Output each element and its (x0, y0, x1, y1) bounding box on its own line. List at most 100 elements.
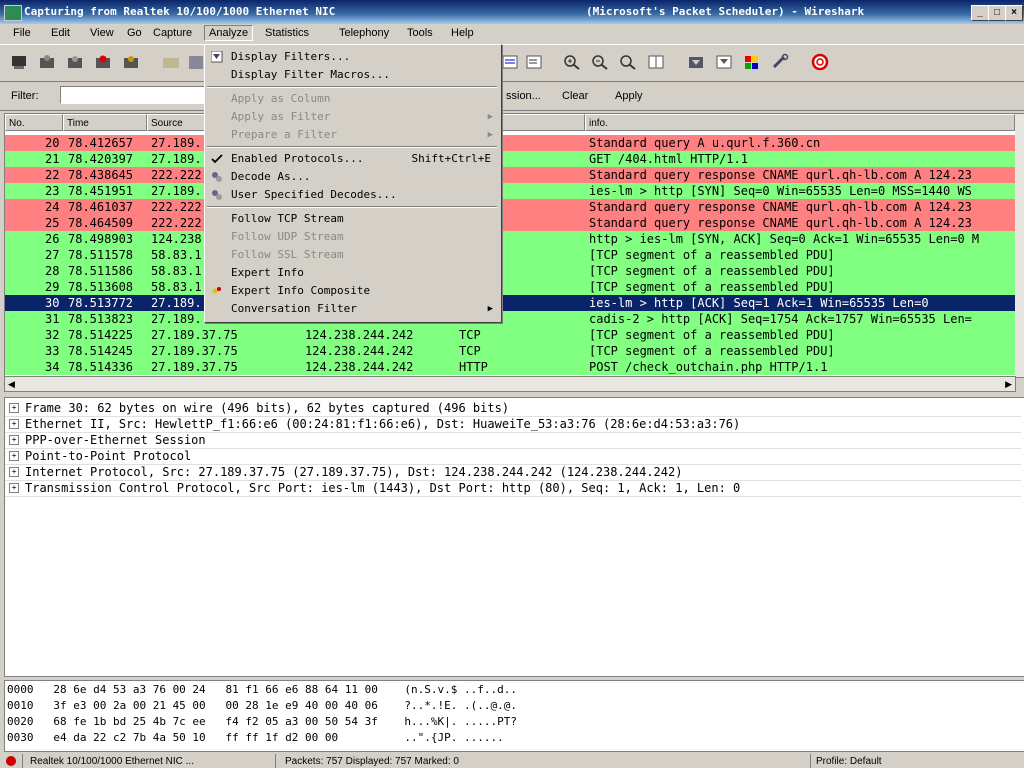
zoom-out-icon[interactable] (590, 53, 610, 71)
status-profile[interactable]: Profile: Default (816, 756, 882, 767)
restart-capture-icon[interactable] (121, 53, 141, 71)
menu-item-label: Expert Info (231, 266, 304, 279)
table-row[interactable]: 25 78.464509 222.222 Standard query respons… (5, 215, 1015, 231)
interfaces-icon[interactable] (9, 53, 29, 71)
options-icon[interactable] (37, 53, 57, 71)
packet-source: 27.189.37.75 (151, 360, 238, 374)
capture-status-icon[interactable] (6, 756, 16, 766)
table-row[interactable]: 30 78.513772 27.189. ies-lm > http [ACK] Se… (5, 295, 1015, 311)
stop-capture-icon[interactable] (93, 53, 113, 71)
packet-time: 78.451951 (68, 184, 134, 198)
menu-statistics[interactable]: Statistics (265, 27, 309, 39)
open-file-icon[interactable] (161, 53, 181, 71)
start-capture-icon[interactable] (65, 53, 85, 71)
detail-tree-item[interactable]: + Frame 30: 62 bytes on wire (496 bits), … (5, 400, 1021, 417)
detail-tree-item[interactable]: + Internet Protocol, Src: 27.189.37.75 (2… (5, 464, 1021, 481)
table-row[interactable]: 20 78.412657 27.189. Standard query A u.qur… (5, 135, 1015, 151)
menu-capture[interactable]: Capture (153, 27, 192, 39)
close-button[interactable]: × (1005, 5, 1023, 21)
packet-bytes[interactable]: 0000 28 6e d4 53 a3 76 00 24 81 f1 66 e6… (4, 680, 1024, 752)
menu-view[interactable]: View (90, 27, 114, 39)
expand-icon[interactable]: + (9, 483, 19, 493)
table-row[interactable]: 32 78.514225 27.189.37.75 124.238.244.242 TC… (5, 327, 1015, 343)
table-row[interactable]: 27 78.511578 58.83.1 [TCP segment of a reas… (5, 247, 1015, 263)
table-row[interactable]: 24 78.461037 222.222 Standard query respons… (5, 199, 1015, 215)
menu-item-display-filter-macros[interactable]: Display Filter Macros... (205, 66, 499, 84)
packet-list-hscroll[interactable]: ◀ ▶ (4, 376, 1016, 392)
menu-item-expert-info[interactable]: Expert Info (205, 264, 499, 282)
packet-info: [TCP segment of a reassembled PDU] (589, 280, 835, 294)
menu-go[interactable]: Go (127, 27, 142, 39)
table-row[interactable]: 33 78.514245 27.189.37.75 124.238.244.242 TC… (5, 343, 1015, 359)
table-row[interactable]: 34 78.514336 27.189.37.75 124.238.244.242 HT… (5, 359, 1015, 375)
column-time[interactable]: Time (63, 114, 147, 131)
menu-item-expert-info-composite[interactable]: Expert Info Composite (205, 282, 499, 300)
expression-button[interactable]: ssion... (506, 90, 541, 102)
clear-button[interactable]: Clear (562, 90, 588, 102)
menu-item-label: Enabled Protocols... (231, 152, 364, 165)
preferences-icon[interactable] (770, 53, 790, 71)
packet-source: 222.222 (151, 168, 202, 182)
expand-icon[interactable]: + (9, 467, 19, 477)
packet-no: 24 (45, 200, 60, 214)
display-filters-icon[interactable] (714, 53, 734, 71)
capture-filters-icon[interactable] (686, 53, 706, 71)
menu-help[interactable]: Help (451, 27, 474, 39)
hex-row: 0020 68 fe 1b bd 25 4b 7c ee f4 f2 05 a3… (7, 715, 517, 728)
column-info[interactable]: info. (585, 114, 1015, 131)
menu-item-follow-ssl-stream: Follow SSL Stream (205, 246, 499, 264)
menu-analyze[interactable]: Analyze (204, 25, 254, 41)
packet-list-vscroll[interactable] (1015, 114, 1024, 377)
table-row[interactable]: 22 78.438645 222.222 Standard query respons… (5, 167, 1015, 183)
colorize-icon[interactable] (500, 53, 520, 71)
scroll-left-icon[interactable]: ◀ (8, 379, 15, 390)
status-bar: Realtek 10/100/1000 Ethernet NIC ... Pac… (0, 754, 1024, 768)
packet-list[interactable]: No. Time Source info. 20 78.412657 27.189.… (4, 113, 1024, 378)
hex-row: 0000 28 6e d4 53 a3 76 00 24 81 f1 66 e6… (7, 683, 517, 696)
menu-item-follow-tcp-stream[interactable]: Follow TCP Stream (205, 210, 499, 228)
packet-source: 124.238 (151, 232, 202, 246)
packet-no: 31 (45, 312, 60, 326)
detail-text: Point-to-Point Protocol (25, 449, 192, 463)
table-row[interactable]: 23 78.451951 27.189. ies-lm > http [SYN] Se… (5, 183, 1015, 199)
expand-icon[interactable]: + (9, 435, 19, 445)
menu-telephony[interactable]: Telephony (339, 27, 389, 39)
menu-item-prepare-a-filter: Prepare a Filter ▶ (205, 126, 499, 144)
detail-tree-item[interactable]: + Ethernet II, Src: HewlettP_f1:66:e6 (00… (5, 416, 1021, 433)
hex-row: 0010 3f e3 00 2a 00 21 45 00 00 28 1e e9… (7, 699, 517, 712)
menu-edit[interactable]: Edit (51, 27, 70, 39)
expand-icon[interactable]: + (9, 419, 19, 429)
maximize-button[interactable]: □ (988, 5, 1006, 21)
zoom-normal-icon[interactable] (618, 53, 638, 71)
detail-tree-item[interactable]: + Transmission Control Protocol, Src Port… (5, 480, 1021, 497)
table-row[interactable]: 28 78.511586 58.83.1 [TCP segment of a reas… (5, 263, 1015, 279)
menu-file[interactable]: File (13, 27, 31, 39)
coloring-rules-icon[interactable] (742, 53, 762, 71)
menu-item-user-specified-decodes[interactable]: User Specified Decodes... (205, 186, 499, 204)
packet-source: 27.189. (151, 296, 202, 310)
autoscroll-icon[interactable] (524, 53, 544, 71)
expand-icon[interactable]: + (9, 403, 19, 413)
menu-item-enabled-protocols[interactable]: Enabled Protocols... Shift+Ctrl+E (205, 150, 499, 168)
menu-tools[interactable]: Tools (407, 27, 433, 39)
apply-button[interactable]: Apply (615, 90, 643, 102)
table-row[interactable]: 21 78.420397 27.189. GET /404.html HTTP/1.1 (5, 151, 1015, 167)
table-row[interactable]: 29 78.513608 58.83.1 [TCP segment of a reas… (5, 279, 1015, 295)
minimize-button[interactable]: _ (971, 5, 989, 21)
packet-details[interactable]: + Frame 30: 62 bytes on wire (496 bits), … (4, 397, 1024, 677)
menu-item-conversation-filter[interactable]: Conversation Filter ▶ (205, 300, 499, 318)
expand-icon[interactable]: + (9, 451, 19, 461)
table-row[interactable]: 31 78.513823 27.189. cadis-2 > http [ACK] S… (5, 311, 1015, 327)
detail-tree-item[interactable]: + Point-to-Point Protocol (5, 448, 1021, 465)
table-row[interactable]: 26 78.498903 124.238 http > ies-lm [SYN, AC… (5, 231, 1015, 247)
detail-tree-item[interactable]: + PPP-over-Ethernet Session (5, 432, 1021, 449)
menu-item-decode-as[interactable]: Decode As... (205, 168, 499, 186)
menu-item-display-filters[interactable]: Display Filters... (205, 48, 499, 66)
help-icon[interactable] (810, 53, 830, 71)
expert-icon (211, 285, 223, 297)
resize-columns-icon[interactable] (646, 53, 666, 71)
filter-input[interactable] (60, 86, 210, 104)
column-no[interactable]: No. (5, 114, 63, 131)
zoom-in-icon[interactable] (562, 53, 582, 71)
scroll-right-icon[interactable]: ▶ (1005, 379, 1012, 390)
